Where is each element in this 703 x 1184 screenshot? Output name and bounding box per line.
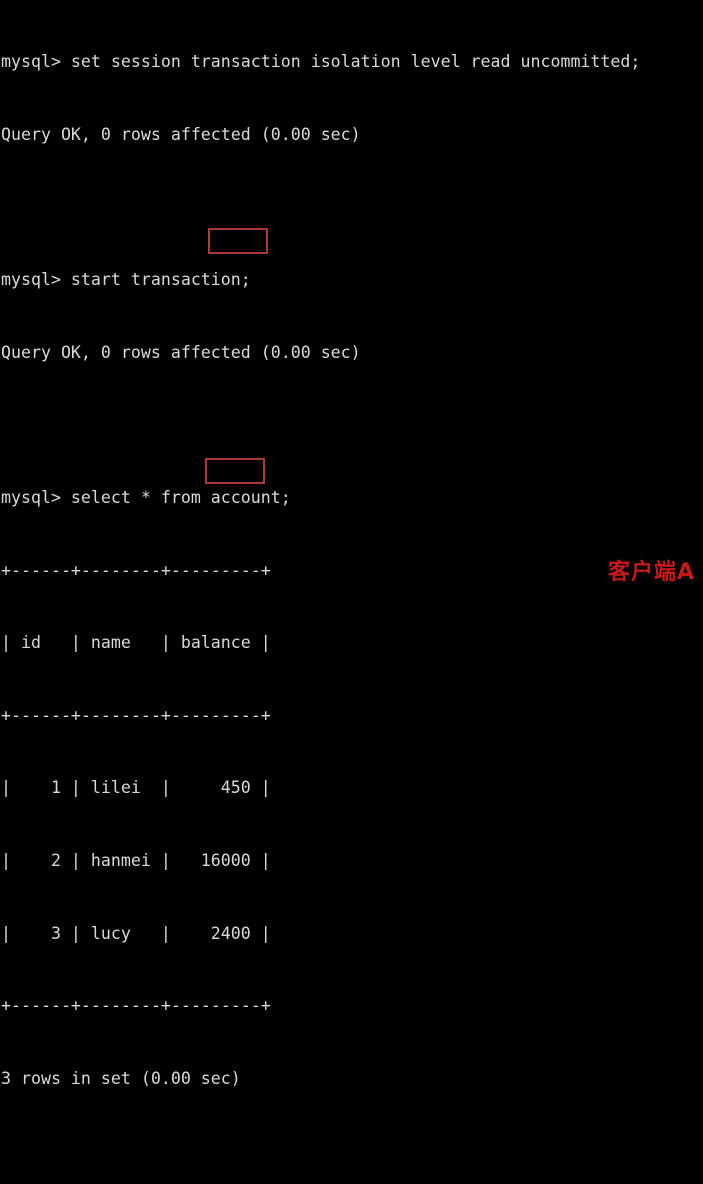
terminal-line: Query OK, 0 rows affected (0.00 sec): [1, 342, 361, 362]
watermark-label: 客户端A: [607, 560, 695, 585]
terminal-line: mysql> select * from account;: [1, 487, 291, 507]
result-footer: 3 rows in set (0.00 sec): [1, 1068, 241, 1088]
table-row: | 3 | lucy | 2400 |: [1, 923, 271, 943]
table-row: | 1 | lilei | 450 |: [1, 778, 271, 798]
table-separator: +------+--------+---------+: [1, 705, 271, 725]
table-header-row: | id | name | balance |: [1, 633, 271, 653]
terminal-output[interactable]: mysql> set session transaction isolation…: [0, 0, 640, 1184]
terminal-window[interactable]: mysql> set session transaction isolation…: [0, 0, 703, 1088]
terminal-line: mysql> set session transaction isolation…: [1, 52, 641, 72]
table-separator: +------+--------+---------+: [1, 996, 271, 1016]
terminal-line: mysql> start transaction;: [1, 270, 251, 290]
terminal-line: Query OK, 0 rows affected (0.00 sec): [1, 125, 361, 144]
table-row: | 2 | hanmei | 16000 |: [1, 850, 271, 870]
table-separator: +------+--------+---------+: [1, 560, 271, 580]
